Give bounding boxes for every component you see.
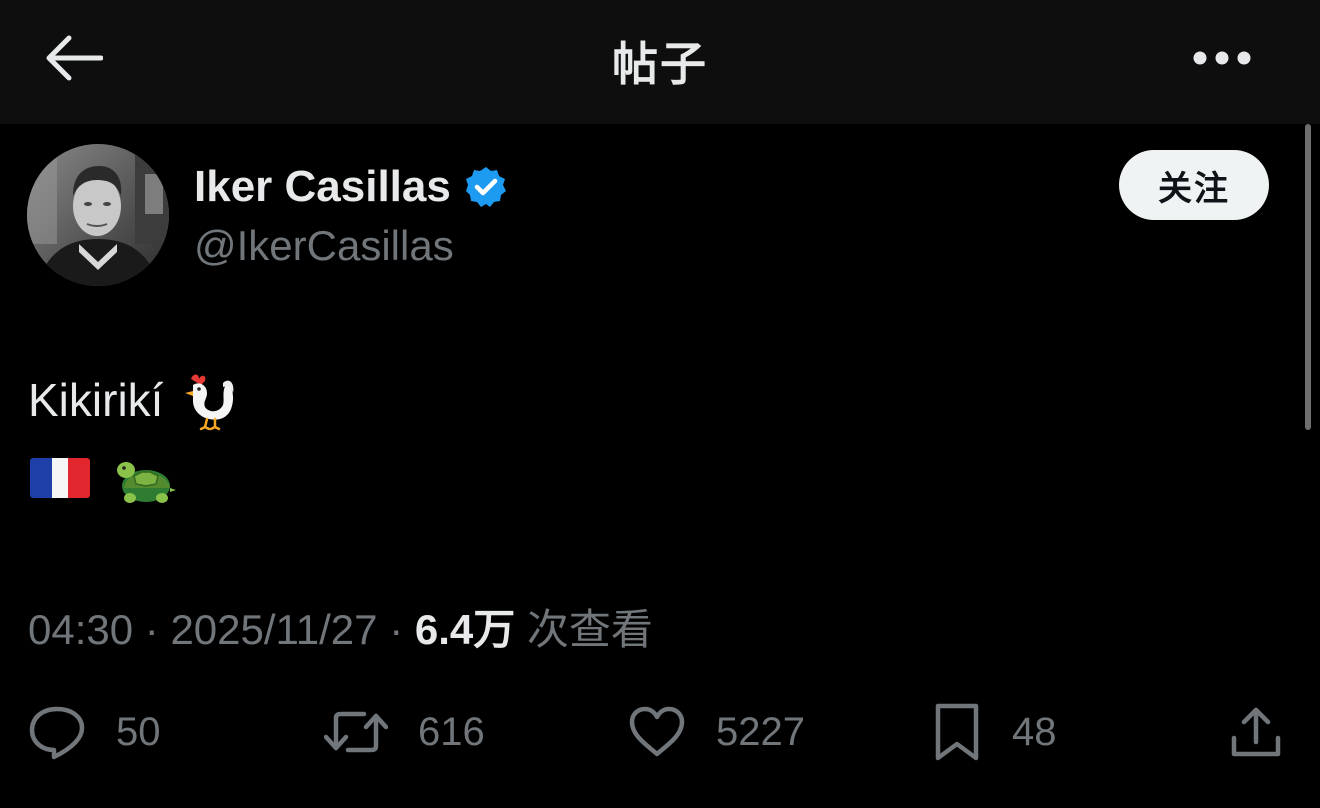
- rooster-emoji: [185, 374, 234, 431]
- tweet-emoji-line: [30, 450, 178, 506]
- meta-separator: ·: [133, 606, 171, 653]
- reply-count: 50: [116, 709, 161, 754]
- tweet-actions: 50 616 5227 48: [0, 700, 1320, 764]
- reply-icon: [29, 706, 85, 760]
- more-options-button[interactable]: [1186, 34, 1258, 82]
- share-icon: [1231, 707, 1281, 757]
- meta-separator: ·: [377, 606, 415, 653]
- retweet-count: 616: [418, 709, 485, 754]
- top-bar: 帖子: [0, 0, 1320, 124]
- more-horizontal-icon: [1193, 51, 1251, 65]
- retweet-button[interactable]: 616: [324, 700, 485, 764]
- like-count: 5227: [716, 709, 805, 754]
- author-name-row[interactable]: Iker Casillas: [194, 160, 507, 214]
- like-button[interactable]: 5227: [628, 700, 805, 764]
- bookmark-button[interactable]: 48: [932, 700, 1057, 764]
- page-title: 帖子: [612, 38, 708, 90]
- views-label[interactable]: 次查看: [515, 606, 653, 653]
- author-display-name[interactable]: Iker Casillas: [194, 162, 451, 212]
- tweet-meta: 04:30 · 2025/11/27 · 6.4万 次查看: [28, 596, 653, 657]
- turtle-emoji: [117, 462, 176, 503]
- bookmark-count: 48: [1012, 709, 1057, 754]
- share-button[interactable]: [1228, 700, 1284, 764]
- tweet-text-line: Kikirikí: [28, 368, 239, 432]
- france-flag-emoji: [30, 458, 90, 498]
- avatar[interactable]: [27, 144, 169, 286]
- follow-button[interactable]: 关注: [1119, 150, 1269, 220]
- bookmark-icon: [935, 703, 979, 761]
- views-count[interactable]: 6.4万: [415, 606, 515, 653]
- author-handle[interactable]: @IkerCasillas: [194, 222, 454, 270]
- tweet-text: Kikirikí: [28, 374, 164, 426]
- scrollbar[interactable]: [1305, 124, 1311, 430]
- reply-button[interactable]: 50: [28, 700, 161, 764]
- tweet-time[interactable]: 04:30: [28, 606, 133, 653]
- verified-badge-icon: [465, 167, 506, 207]
- tweet-date[interactable]: 2025/11/27: [170, 606, 377, 653]
- retweet-icon: [324, 711, 388, 753]
- heart-icon: [629, 706, 685, 757]
